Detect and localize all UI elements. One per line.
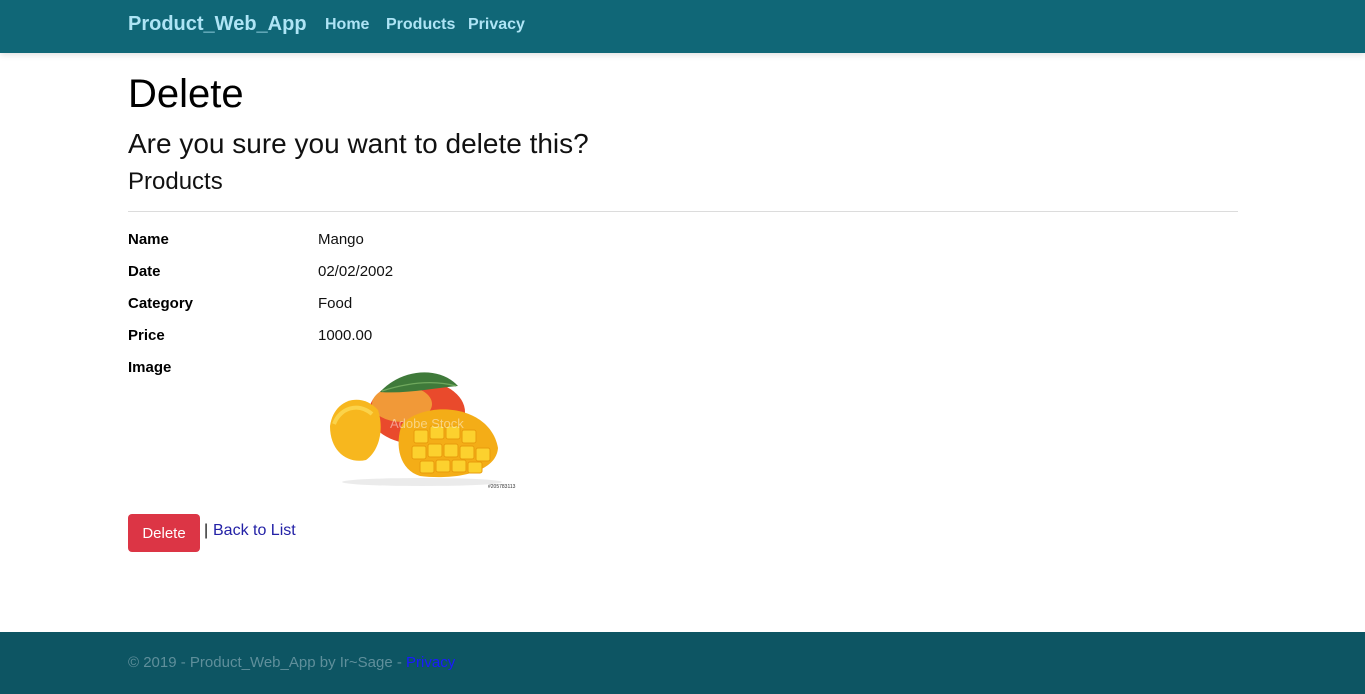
top-navbar: Product_Web_App Home Products Privacy xyxy=(0,0,1365,53)
brand-link[interactable]: Product_Web_App xyxy=(128,13,307,36)
watermark-text: Adobe Stock xyxy=(390,416,464,431)
image-label: Image xyxy=(128,359,172,376)
stock-id-text: #205783113 xyxy=(488,484,516,490)
price-value: 1000.00 xyxy=(318,327,373,344)
category-label: Category xyxy=(128,295,194,312)
footer-text: © 2019 - Product_Web_App by Ir~Sage - Pr… xyxy=(128,654,455,671)
date-label: Date xyxy=(128,263,161,280)
category-value: Food xyxy=(318,295,353,312)
footer: © 2019 - Product_Web_App by Ir~Sage - Pr… xyxy=(0,632,1365,694)
mango-image: Adobe Stock #205783113 xyxy=(330,372,516,490)
name-label: Name xyxy=(128,231,169,248)
delete-button[interactable]: Delete xyxy=(128,514,200,552)
separator: | xyxy=(204,522,209,539)
entity-heading: Products xyxy=(128,168,223,195)
product-image: Adobe Stock #205783113 xyxy=(322,364,518,492)
date-value: 02/02/2002 xyxy=(318,263,394,280)
footer-copyright: © 2019 - Product_Web_App by Ir~Sage - xyxy=(128,654,407,671)
confirm-heading: Are you sure you want to delete this? xyxy=(128,128,589,159)
name-value: Mango xyxy=(318,231,364,248)
back-to-list-link[interactable]: Back to List xyxy=(213,522,296,540)
nav-link-products[interactable]: Products xyxy=(386,16,455,34)
page-title: Delete xyxy=(128,72,244,116)
price-label: Price xyxy=(128,327,165,344)
divider xyxy=(128,211,1238,212)
nav-link-privacy[interactable]: Privacy xyxy=(468,16,525,34)
nav-link-home[interactable]: Home xyxy=(325,16,369,34)
footer-privacy-link[interactable]: Privacy xyxy=(406,654,455,671)
